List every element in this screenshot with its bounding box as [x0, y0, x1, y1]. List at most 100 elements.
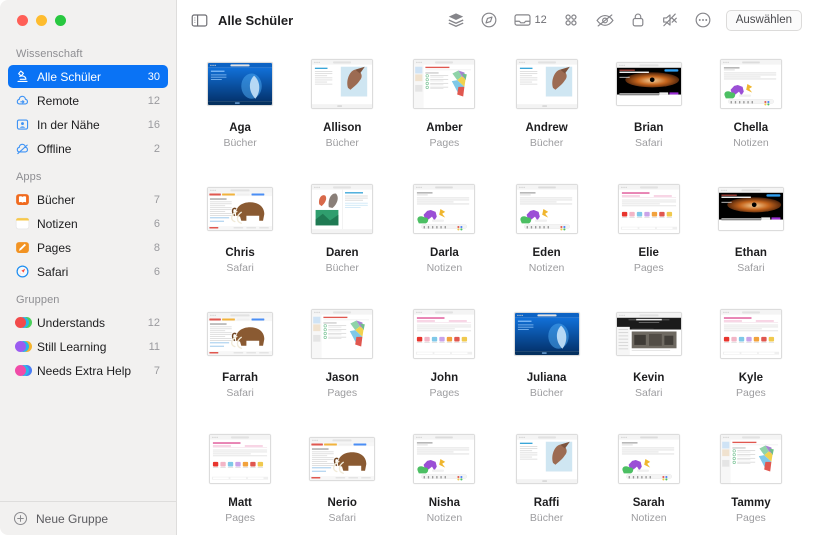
- student-card[interactable]: Sarah Notizen: [598, 422, 700, 535]
- student-card[interactable]: Tammy Pages: [700, 422, 802, 535]
- cloud-arrow-icon: [16, 95, 28, 105]
- student-name: Farrah: [222, 372, 258, 384]
- sidebar-item-count: 7: [153, 364, 160, 377]
- student-name: Sarah: [632, 497, 665, 509]
- student-current-app: Pages: [225, 512, 255, 524]
- student-thumbnail-box: [615, 53, 682, 115]
- sidebar-item-label: In der Nähe: [37, 117, 100, 132]
- student-name: Nisha: [428, 497, 461, 509]
- sidebar-item-count: 12: [147, 94, 160, 107]
- select-button[interactable]: Auswählen: [725, 9, 802, 31]
- student-card[interactable]: Elie Pages: [598, 172, 700, 297]
- student-card[interactable]: Kyle Pages: [700, 297, 802, 422]
- lock-icon[interactable]: [630, 11, 646, 29]
- student-current-app: Bücher: [529, 512, 564, 524]
- student-card[interactable]: Eden Notizen: [495, 172, 597, 297]
- student-name: Juliana: [526, 372, 567, 384]
- student-card[interactable]: Farrah Safari: [189, 297, 291, 422]
- student-name: John: [430, 372, 459, 384]
- student-thumbnail-box: [514, 53, 580, 115]
- student-card[interactable]: Aga Bücher: [189, 47, 291, 172]
- student-card[interactable]: Chella Notizen: [700, 47, 802, 172]
- apps-grid-icon[interactable]: [562, 11, 580, 29]
- student-thumbnail-box: [207, 178, 274, 240]
- sidebar-item-remote[interactable]: Remote 12: [8, 89, 168, 112]
- student-card[interactable]: Kevin Safari: [598, 297, 700, 422]
- sidebar-item-count: 2: [153, 142, 160, 155]
- student-card[interactable]: Nisha Notizen: [393, 422, 495, 535]
- sidebar-item-understands[interactable]: Understands 12: [8, 311, 168, 334]
- sidebar-section-title-gruppen: Gruppen: [16, 294, 60, 306]
- student-current-app: Notizen: [630, 512, 667, 524]
- student-current-app: Pages: [429, 387, 460, 399]
- student-name: Chris: [225, 247, 255, 259]
- minimize-button[interactable]: [36, 14, 47, 26]
- sidebar-item-pages[interactable]: Pages 8: [8, 236, 168, 259]
- student-current-app: Bücher: [325, 137, 359, 149]
- student-card[interactable]: Juliana Bücher: [495, 297, 597, 422]
- student-current-app: Safari: [737, 262, 765, 274]
- cloud-slash-icon: [16, 143, 28, 155]
- student-name: Andrew: [525, 122, 568, 134]
- student-card[interactable]: Daren Bücher: [291, 172, 393, 297]
- sidebar-item-notizen[interactable]: Notizen 6: [8, 212, 168, 235]
- student-screen-thumbnail: [309, 437, 376, 481]
- student-card[interactable]: Jason Pages: [291, 297, 393, 422]
- more-ellipsis-icon[interactable]: [694, 11, 712, 29]
- sidebar-item-needs-extra-help[interactable]: Needs Extra Help 7: [8, 359, 168, 382]
- student-card[interactable]: Matt Pages: [189, 422, 291, 535]
- student-screen-thumbnail: [719, 309, 782, 359]
- student-card[interactable]: Raffi Bücher: [495, 422, 597, 535]
- speaker-mute-icon[interactable]: [661, 11, 679, 29]
- sidebar-item-label: Needs Extra Help: [37, 363, 132, 378]
- student-card[interactable]: Allison Bücher: [291, 47, 393, 172]
- student-card[interactable]: John Pages: [393, 297, 495, 422]
- student-current-app: Notizen: [426, 262, 463, 274]
- inbox-tray-icon[interactable]: 12: [513, 11, 547, 29]
- student-card[interactable]: Andrew Bücher: [495, 47, 597, 172]
- close-button[interactable]: [17, 14, 28, 26]
- new-group-button[interactable]: Neue Gruppe: [0, 501, 176, 535]
- sidebar-item-still-learning[interactable]: Still Learning 11: [8, 335, 168, 358]
- sidebar-item-label: Safari: [37, 264, 69, 279]
- student-name: Matt: [228, 497, 252, 509]
- zoom-button[interactable]: [55, 14, 66, 26]
- sidebar-item-in-der-naehe[interactable]: In der Nähe 16: [8, 113, 168, 136]
- student-card[interactable]: Nerio Safari: [291, 422, 393, 535]
- sidebar-item-count: 11: [148, 340, 160, 353]
- student-card[interactable]: Brian Safari: [598, 47, 700, 172]
- student-card[interactable]: Darla Notizen: [393, 172, 495, 297]
- navigate-compass-icon[interactable]: [480, 11, 498, 29]
- sidebar-toggle-icon[interactable]: [191, 12, 208, 29]
- student-screen-thumbnail: [207, 62, 274, 106]
- main-window: Wissenschaft Alle Schüler 30 Remote 12 I…: [0, 0, 814, 535]
- student-card[interactable]: Ethan Safari: [700, 172, 802, 297]
- student-name: Kyle: [738, 372, 764, 384]
- student-screen-thumbnail: [209, 434, 272, 484]
- sidebar-item-alle-schueler[interactable]: Alle Schüler 30: [8, 65, 168, 88]
- student-card[interactable]: Chris Safari: [189, 172, 291, 297]
- student-card[interactable]: Amber Pages: [393, 47, 495, 172]
- student-name: Nerio: [327, 497, 357, 509]
- sidebar-item-label: Offline: [37, 141, 72, 156]
- books-app-icon: [16, 194, 29, 205]
- sidebar-item-offline[interactable]: Offline 2: [8, 137, 168, 160]
- sidebar-section-title-wissenschaft: Wissenschaft: [16, 48, 83, 60]
- student-thumbnail-box: [309, 53, 375, 115]
- student-screen-thumbnail: [513, 312, 580, 356]
- student-current-app: Safari: [226, 262, 254, 274]
- main-content: Alle Schüler 12 Auswählen Aga Bücher All…: [177, 0, 814, 535]
- sidebar-item-buecher[interactable]: Bücher 7: [8, 188, 168, 211]
- student-current-app: Safari: [328, 512, 356, 524]
- notes-app-icon: [15, 217, 30, 230]
- inbox-count: 12: [534, 14, 547, 26]
- student-thumbnail-box: [616, 428, 682, 490]
- layers-icon[interactable]: [447, 11, 465, 29]
- student-screen-thumbnail: [311, 309, 374, 359]
- sidebar-item-safari[interactable]: Safari 6: [8, 260, 168, 283]
- student-screen-thumbnail: [207, 312, 274, 356]
- eye-slash-icon[interactable]: [595, 11, 615, 29]
- student-name: Darla: [430, 247, 459, 259]
- sidebar: Wissenschaft Alle Schüler 30 Remote 12 I…: [0, 0, 177, 535]
- students-grid: Aga Bücher Allison Bücher Amber Pages An…: [177, 47, 814, 535]
